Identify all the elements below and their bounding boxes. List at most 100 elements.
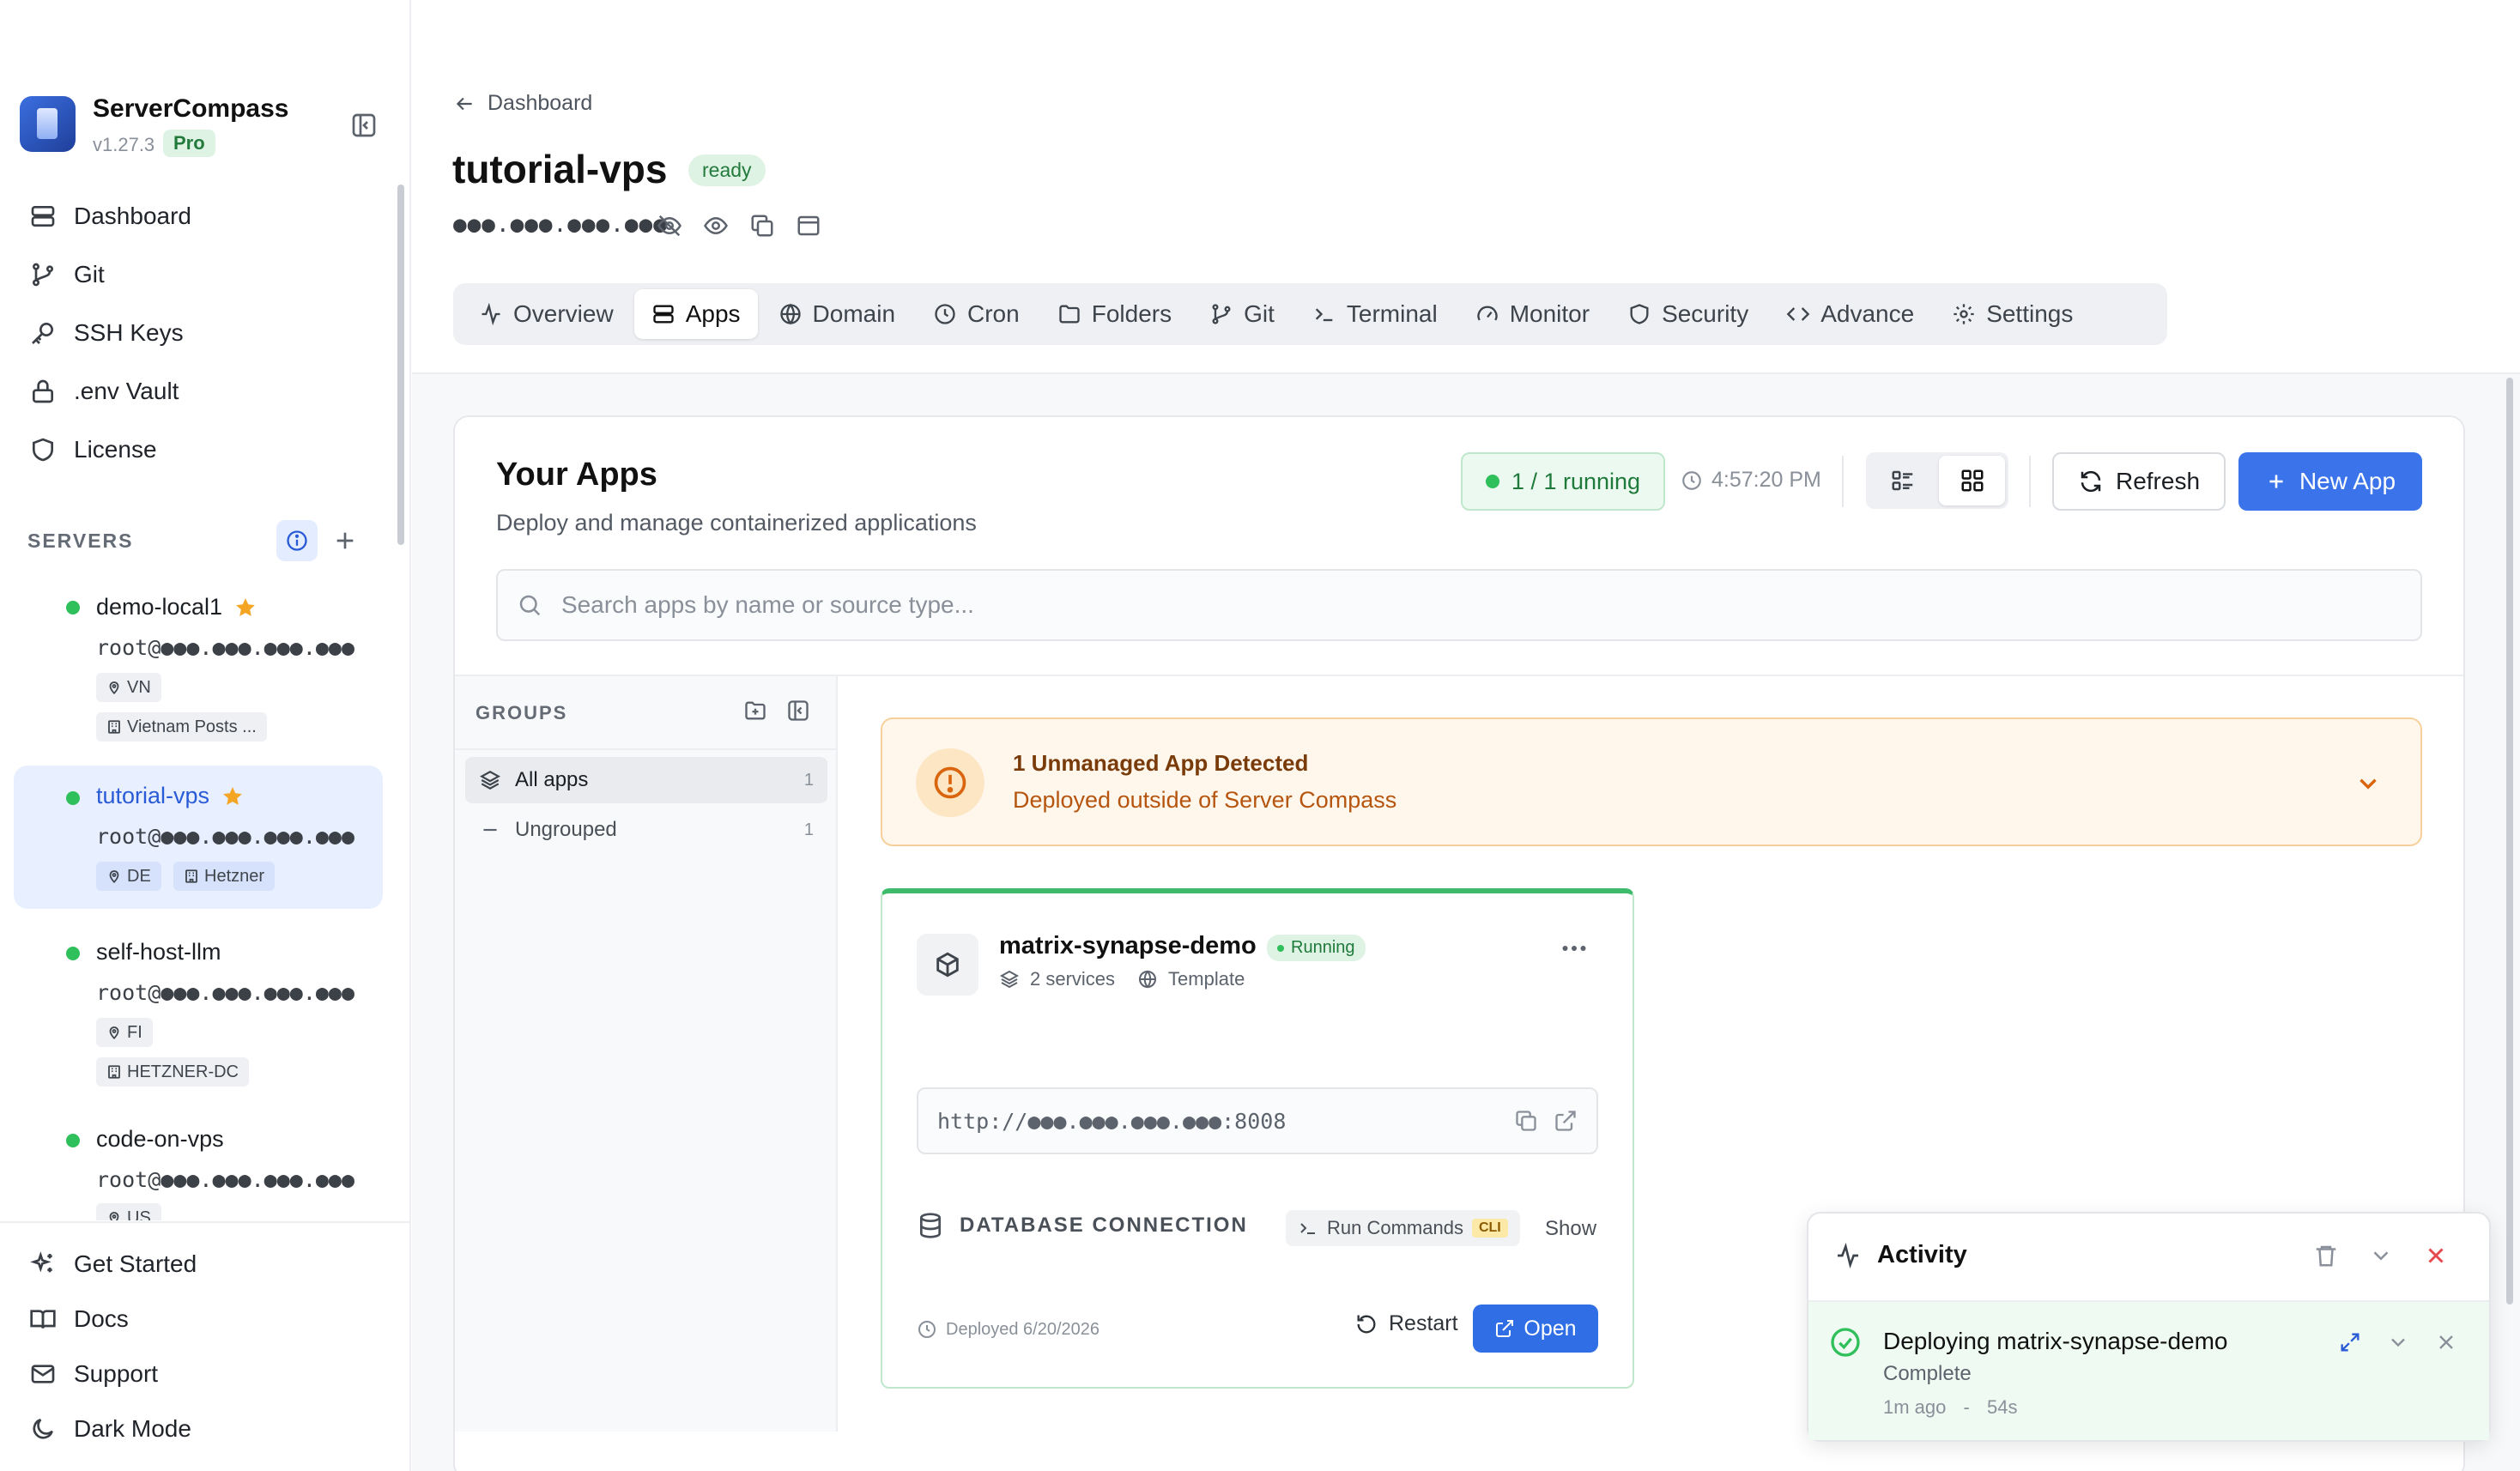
show-credentials-button[interactable]: Show xyxy=(1545,1217,1596,1241)
tab-domain[interactable]: Domain xyxy=(761,289,912,339)
trash-icon[interactable] xyxy=(2313,1243,2339,1268)
star-icon[interactable] xyxy=(234,596,257,619)
tab-git[interactable]: Git xyxy=(1192,289,1292,339)
database-connection[interactable]: DATABASE CONNECTION xyxy=(917,1212,1248,1239)
activity-item-time: 1m ago - 54s xyxy=(1883,1396,2018,1418)
server-item-tutorial-vps[interactable]: tutorial-vps root@●●●.●●●.●●●.●●● DE Het… xyxy=(14,766,383,909)
close-icon[interactable] xyxy=(2434,1330,2458,1354)
tab-advance[interactable]: Advance xyxy=(1769,289,1931,339)
country-tag: US xyxy=(96,1203,161,1220)
warning-icon xyxy=(916,748,984,817)
expand-icon[interactable] xyxy=(2338,1330,2362,1354)
server-item-code-on-vps[interactable]: code-on-vps root@●●●.●●●.●●●.●●● US xyxy=(14,1117,383,1220)
close-icon[interactable] xyxy=(2423,1243,2449,1268)
nav-support[interactable]: Support xyxy=(29,1354,158,1394)
nav-get-started[interactable]: Get Started xyxy=(29,1244,197,1284)
nav-label: Get Started xyxy=(74,1250,197,1277)
moon-icon xyxy=(33,1419,53,1439)
restart-icon xyxy=(1357,1314,1376,1333)
server-name: demo-local1 xyxy=(96,594,223,620)
main-scrollbar[interactable] xyxy=(2506,378,2513,1305)
server-item-self-host-llm[interactable]: self-host-llm root@●●●.●●●.●●●.●●● FI HE… xyxy=(14,930,383,1102)
group-ungrouped[interactable]: Ungrouped 1 xyxy=(465,807,827,853)
country-tag: DE xyxy=(96,862,161,891)
nav-label: SSH Keys xyxy=(74,319,184,346)
server-stack-icon xyxy=(653,305,674,324)
divider xyxy=(0,1221,409,1223)
tab-settings[interactable]: Settings xyxy=(1935,289,2090,339)
server-name: self-host-llm xyxy=(96,939,221,965)
nav-dashboard[interactable]: Dashboard xyxy=(29,197,191,236)
tab-cron[interactable]: Cron xyxy=(916,289,1037,339)
open-app-button[interactable]: Open xyxy=(1473,1305,1598,1353)
globe-icon xyxy=(779,303,801,325)
eye-off-icon[interactable] xyxy=(657,213,682,239)
list-view-button[interactable] xyxy=(1869,456,1935,505)
unmanaged-app-banner[interactable] xyxy=(881,717,2422,846)
nav-license[interactable]: License xyxy=(29,430,157,469)
terminal-icon xyxy=(1315,308,1333,322)
app-name: matrix-synapse-demo xyxy=(999,932,1257,959)
list-icon xyxy=(1892,470,1912,491)
arrow-left-icon xyxy=(456,97,472,110)
tab-overview[interactable]: Overview xyxy=(462,289,631,339)
plan-badge: Pro xyxy=(163,130,215,157)
grid-view-button[interactable] xyxy=(1939,456,2005,505)
nav-env-vault[interactable]: .env Vault xyxy=(29,372,179,411)
search-input[interactable] xyxy=(561,591,2364,619)
activity-item-title: Deploying matrix-synapse-demo xyxy=(1883,1328,2228,1354)
servers-info-button[interactable] xyxy=(276,520,318,561)
eye-icon[interactable] xyxy=(703,213,729,239)
tab-terminal[interactable]: Terminal xyxy=(1295,289,1455,339)
copy-icon[interactable] xyxy=(1514,1109,1538,1133)
copy-icon[interactable] xyxy=(749,213,775,239)
new-app-button[interactable]: New App xyxy=(2238,452,2422,511)
app-logo xyxy=(20,96,76,152)
status-dot xyxy=(1277,944,1284,952)
breadcrumb[interactable]: Dashboard xyxy=(453,91,592,116)
nav-ssh-keys[interactable]: SSH Keys xyxy=(29,313,184,353)
nav-git[interactable]: Git xyxy=(29,255,105,294)
provider-tag: Hetzner xyxy=(173,862,276,891)
star-icon[interactable] xyxy=(221,785,244,808)
server-item-demo-local1[interactable]: demo-local1 root@●●●.●●●.●●●.●●● VN Viet… xyxy=(14,577,383,748)
nav-docs[interactable]: Docs xyxy=(29,1299,129,1339)
git-branch-icon xyxy=(1212,304,1231,324)
server-host: root@●●●.●●●.●●●.●●● xyxy=(96,980,355,1005)
tab-folders[interactable]: Folders xyxy=(1040,289,1189,339)
banner-subtitle: Deployed outside of Server Compass xyxy=(1013,787,1397,813)
book-icon xyxy=(30,1310,56,1329)
chevron-down-icon[interactable] xyxy=(2353,769,2383,798)
panel-collapse-icon[interactable] xyxy=(786,699,810,723)
group-all-apps[interactable]: All apps 1 xyxy=(465,757,827,803)
server-tabs: Overview Apps Domain Cron Folders Git Te… xyxy=(453,283,2167,345)
building-icon xyxy=(108,1065,120,1079)
clock-icon xyxy=(918,1321,936,1338)
tab-apps[interactable]: Apps xyxy=(633,289,758,339)
chevron-down-icon[interactable] xyxy=(2386,1330,2410,1354)
server-host: root@●●●.●●●.●●●.●●● xyxy=(96,635,355,660)
chevron-down-icon[interactable] xyxy=(2368,1243,2394,1268)
app-name: ServerCompass xyxy=(93,94,289,123)
map-pin-icon xyxy=(109,870,119,884)
external-link-icon[interactable] xyxy=(1554,1109,1578,1133)
status-dot xyxy=(66,601,80,614)
sidebar-collapse-icon[interactable] xyxy=(350,112,378,139)
sidebar-scrollbar[interactable] xyxy=(397,185,404,545)
more-options-icon[interactable] xyxy=(1559,941,1590,966)
app-search xyxy=(496,569,2422,641)
folder-plus-icon[interactable] xyxy=(743,699,767,723)
browser-window-icon[interactable] xyxy=(796,213,821,239)
server-host: root@●●●.●●●.●●●.●●● xyxy=(96,824,355,849)
refresh-button[interactable]: Refresh xyxy=(2052,452,2226,511)
grid-icon xyxy=(1961,469,1983,492)
restart-button[interactable]: Restart xyxy=(1354,1311,1458,1336)
dark-mode-toggle[interactable]: Dark Mode xyxy=(29,1409,191,1449)
run-commands-button[interactable]: Run Commands CLI xyxy=(1286,1210,1520,1246)
nav-label: Dark Mode xyxy=(74,1415,191,1442)
add-server-button[interactable] xyxy=(331,527,359,554)
package-icon xyxy=(917,934,978,996)
tab-monitor[interactable]: Monitor xyxy=(1458,289,1607,339)
key-icon xyxy=(32,323,53,344)
tab-security[interactable]: Security xyxy=(1610,289,1766,339)
